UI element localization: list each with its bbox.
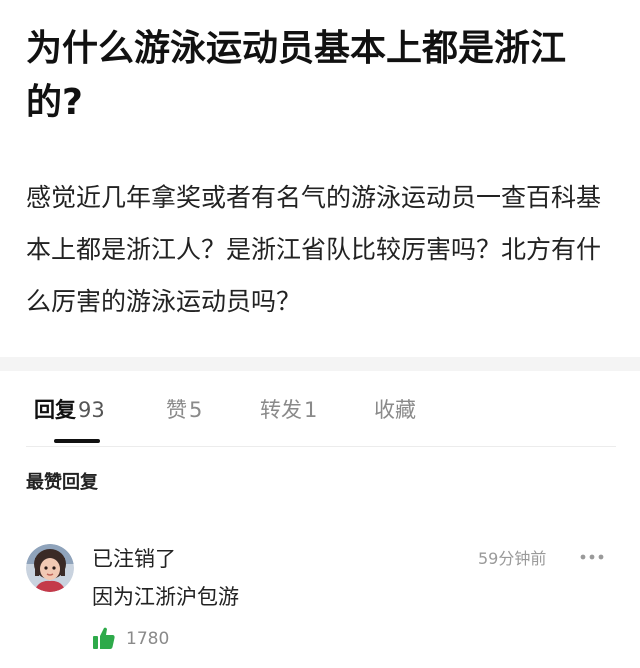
tabs-divider bbox=[26, 446, 616, 447]
top-replies-heading: 最赞回复 bbox=[26, 472, 98, 493]
comment-timestamp: 59分钟前 bbox=[478, 549, 547, 568]
tab-replies-label: 回复 bbox=[34, 398, 76, 422]
tab-favorites[interactable]: 收藏 bbox=[374, 395, 416, 425]
tab-reposts[interactable]: 转发1 bbox=[260, 395, 317, 425]
post-detail-page: 为什么游泳运动员基本上都是浙江的? 感觉近几年拿奖或者有名气的游泳运动员一查百科… bbox=[0, 0, 640, 668]
tab-reposts-count: 1 bbox=[304, 398, 318, 422]
tab-likes-label: 赞 bbox=[166, 398, 187, 422]
like-count: 1780 bbox=[126, 629, 170, 649]
avatar-image bbox=[26, 544, 74, 592]
active-tab-indicator bbox=[54, 439, 100, 443]
comment-item: 已注销了 59分钟前 因为江浙沪包游 1780 bbox=[0, 536, 640, 668]
tab-bar: 回复93 赞5 转发1 收藏 bbox=[0, 371, 640, 447]
thumbs-up-icon[interactable] bbox=[92, 626, 116, 650]
tab-replies[interactable]: 回复93 bbox=[34, 395, 105, 425]
comment-username[interactable]: 已注销了 bbox=[92, 544, 176, 574]
comment-text: 因为江浙沪包游 bbox=[92, 585, 239, 609]
tab-likes[interactable]: 赞5 bbox=[166, 395, 202, 425]
avatar[interactable] bbox=[26, 544, 74, 592]
more-dots-icon[interactable] bbox=[579, 549, 605, 565]
tab-reposts-label: 转发 bbox=[260, 398, 302, 422]
post-body: 感觉近几年拿奖或者有名气的游泳运动员一查百科基本上都是浙江人？是浙江省队比较厉害… bbox=[26, 183, 602, 316]
tab-favorites-label: 收藏 bbox=[374, 398, 416, 422]
tab-replies-count: 93 bbox=[78, 398, 105, 422]
tab-likes-count: 5 bbox=[189, 398, 203, 422]
post-title: 为什么游泳运动员基本上都是浙江的? bbox=[26, 28, 567, 123]
section-divider bbox=[0, 357, 640, 371]
